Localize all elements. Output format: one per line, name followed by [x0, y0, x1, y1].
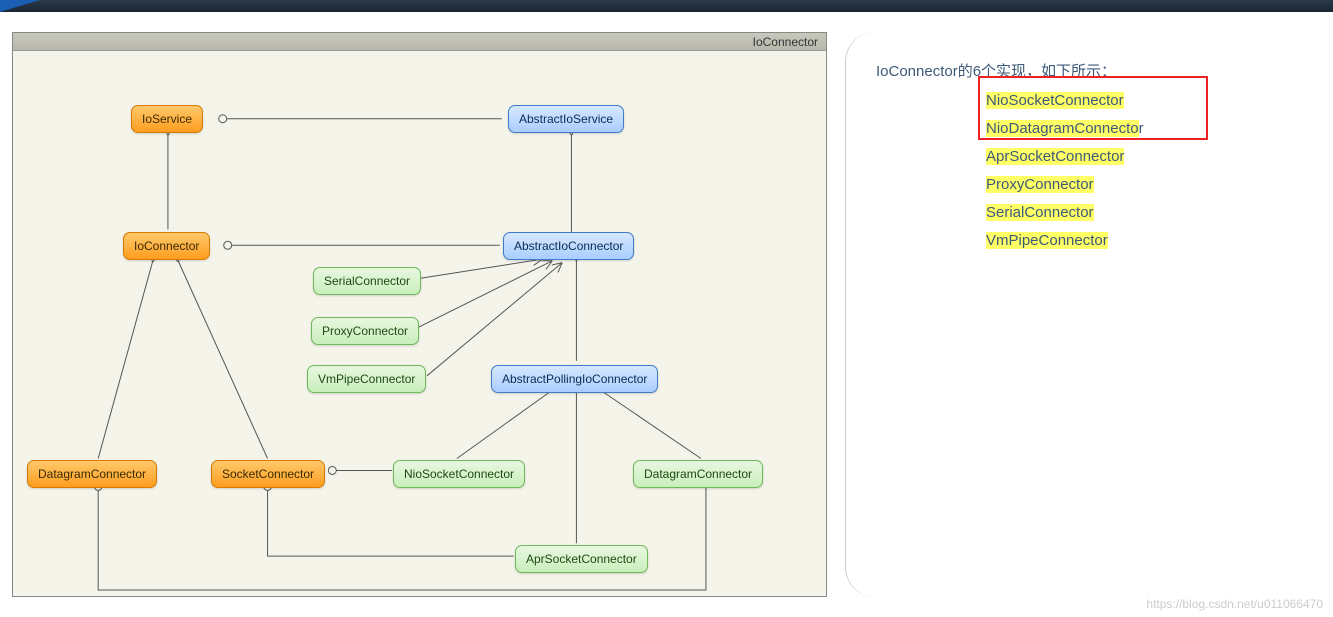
- implementation-item: NioSocketConnector: [986, 87, 1305, 115]
- node-datagramconnector-right: DatagramConnector: [633, 460, 763, 488]
- node-ioconnector: IoConnector: [123, 232, 210, 260]
- node-vmpipeconnector: VmPipeConnector: [307, 365, 426, 393]
- diagram-canvas: IoService AbstractIoService IoConnector …: [13, 52, 826, 596]
- implementation-item: NioDatagramConnector: [986, 115, 1305, 143]
- node-socketconnector-left: SocketConnector: [211, 460, 325, 488]
- implementation-list: NioSocketConnector NioDatagramConnector Ap…: [986, 87, 1305, 255]
- highlight-text: AprSocketConnector: [986, 148, 1124, 165]
- node-ioservice: IoService: [131, 105, 203, 133]
- implementation-item: AprSocketConnector: [986, 143, 1305, 171]
- node-abstractioconnector: AbstractIoConnector: [503, 232, 634, 260]
- content-row: IoConnector: [0, 12, 1333, 597]
- top-bar-triangle-icon: [0, 0, 40, 12]
- implementation-item: VmPipeConnector: [986, 227, 1305, 255]
- diagram-connectors: [13, 52, 826, 596]
- node-abstractpolling: AbstractPollingIoConnector: [491, 365, 658, 393]
- side-title: IoConnector的6个实现，如下所示：: [876, 60, 1305, 81]
- node-serialconnector: SerialConnector: [313, 267, 421, 295]
- watermark: https://blog.csdn.net/u011066470: [1146, 597, 1323, 611]
- implementation-item: SerialConnector: [986, 199, 1305, 227]
- side-title-prefix: IoConnector: [876, 63, 958, 80]
- node-proxyconnector: ProxyConnector: [311, 317, 419, 345]
- side-panel: IoConnector的6个实现，如下所示： NioSocketConnecto…: [845, 32, 1325, 597]
- node-aprsocketconnector: AprSocketConnector: [515, 545, 648, 573]
- highlight-text: NioSocketConnector: [986, 92, 1124, 109]
- diagram-panel: IoConnector: [12, 32, 827, 597]
- diagram-title: IoConnector: [13, 33, 826, 51]
- highlight-text: SerialConnector: [986, 204, 1094, 221]
- side-title-suffix: 的6个实现，如下所示：: [958, 63, 1116, 80]
- node-niosocketconnector: NioSocketConnector: [393, 460, 525, 488]
- highlight-text: ProxyConnector: [986, 176, 1094, 193]
- node-abstractioservice: AbstractIoService: [508, 105, 624, 133]
- highlight-text: VmPipeConnector: [986, 232, 1108, 249]
- top-bar: [0, 0, 1333, 12]
- implementation-item: ProxyConnector: [986, 171, 1305, 199]
- highlight-text: NioDatagramConnecto: [986, 120, 1139, 137]
- node-datagramconnector-left: DatagramConnector: [27, 460, 157, 488]
